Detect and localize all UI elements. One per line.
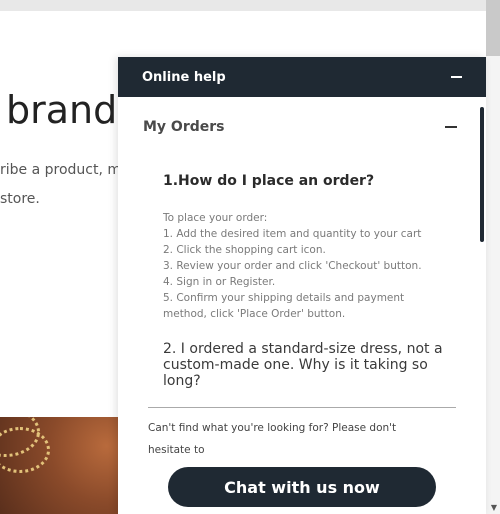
faq-question-1[interactable]: 1.How do I place an order? <box>163 173 374 189</box>
section-title: My Orders <box>143 119 225 135</box>
faq-answer-line: 1. Add the desired item and quantity to … <box>163 228 422 240</box>
widget-scrollbar-thumb[interactable] <box>480 107 484 242</box>
faq-answer-line: 4. Sign in or Register. <box>163 276 276 288</box>
help-header: Online help <box>118 57 486 97</box>
hero-line-1: ribe a product, m <box>0 162 122 178</box>
page-top-strip <box>0 0 486 11</box>
page-scrollbar-thumb[interactable] <box>486 0 500 56</box>
faq-answer-line: 2. Click the shopping cart icon. <box>163 244 326 256</box>
divider <box>148 407 456 408</box>
section-header-my-orders[interactable]: My Orders <box>143 119 457 135</box>
help-footer-text: Can't find what you're looking for? Plea… <box>148 422 397 456</box>
product-image[interactable] <box>0 417 118 514</box>
hero-line-2: store. <box>0 191 40 207</box>
necklace-chain <box>0 427 50 473</box>
faq-answer-line: 5. Confirm your shipping details and pay… <box>163 292 405 320</box>
faq-answer-1: To place your order: 1. Add the desired … <box>163 210 448 322</box>
chat-with-us-button[interactable]: Chat with us now <box>168 467 436 507</box>
faq-question-2[interactable]: 2. I ordered a standard-size dress, not … <box>163 341 453 389</box>
collapse-icon[interactable] <box>445 126 457 128</box>
page-heading: brand <box>6 88 118 132</box>
help-body: My Orders 1.How do I place an order? To … <box>118 97 486 514</box>
page-scrollbar[interactable]: ▼ <box>486 0 500 514</box>
page-hero-text: ribe a product, m store. <box>0 156 121 214</box>
online-help-widget: Online help My Orders 1.How do I place a… <box>118 57 486 514</box>
faq-answer-line: To place your order: <box>163 212 268 224</box>
scroll-down-arrow-icon[interactable]: ▼ <box>491 504 497 512</box>
faq-answer-line: 3. Review your order and click 'Checkout… <box>163 260 422 272</box>
minimize-icon[interactable] <box>451 76 462 78</box>
help-title: Online help <box>142 69 226 85</box>
